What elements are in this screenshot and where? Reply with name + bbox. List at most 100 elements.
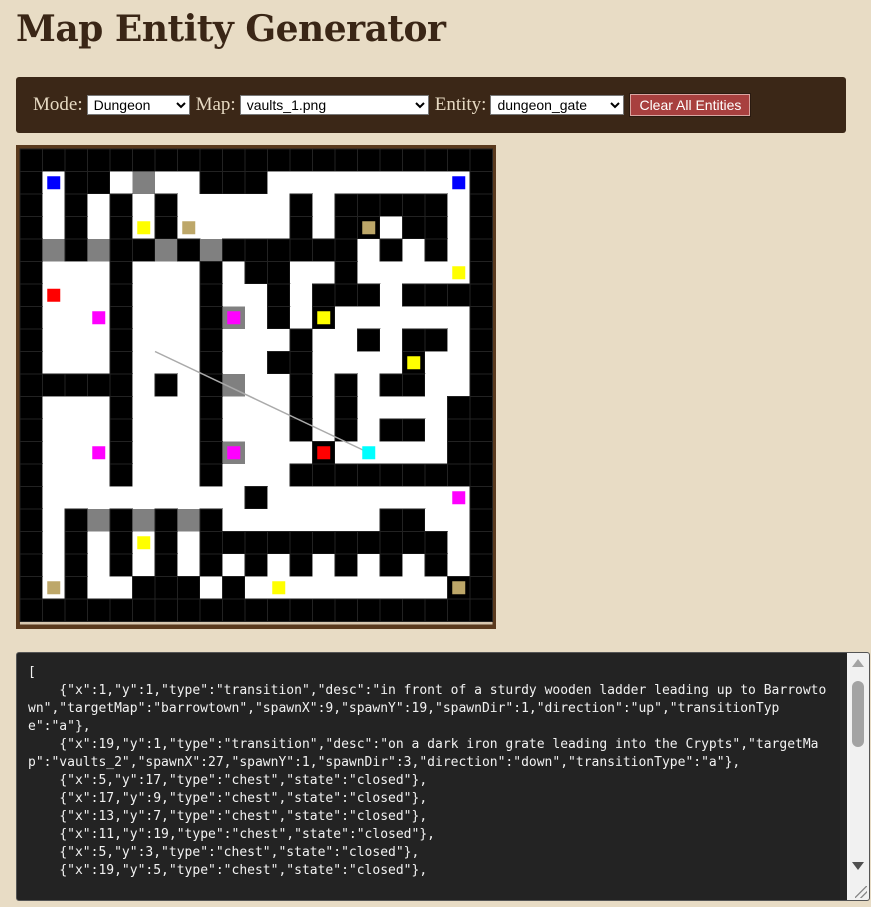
wall-tile[interactable] bbox=[109, 508, 133, 532]
wall-tile[interactable] bbox=[334, 148, 358, 172]
wall-tile[interactable] bbox=[334, 373, 358, 397]
floor-tile[interactable] bbox=[245, 284, 268, 307]
wall-tile[interactable] bbox=[334, 283, 358, 307]
wall-tile[interactable] bbox=[469, 598, 493, 622]
chest-marker[interactable] bbox=[452, 266, 466, 280]
wall-tile[interactable] bbox=[267, 283, 291, 307]
door-tile[interactable] bbox=[87, 239, 111, 262]
clear-all-entities-button[interactable]: Clear All Entities bbox=[629, 93, 752, 117]
floor-tile[interactable] bbox=[177, 284, 201, 307]
wall-tile[interactable] bbox=[447, 148, 471, 172]
wall-tile[interactable] bbox=[267, 261, 291, 285]
floor-tile[interactable] bbox=[155, 464, 178, 487]
floor-tile[interactable] bbox=[110, 576, 133, 600]
vertical-scrollbar[interactable] bbox=[847, 653, 869, 900]
wall-tile[interactable] bbox=[424, 598, 448, 622]
scroll-up-arrow-icon[interactable] bbox=[852, 659, 864, 667]
floor-tile[interactable] bbox=[177, 396, 201, 420]
wall-tile[interactable] bbox=[334, 193, 358, 217]
floor-tile[interactable] bbox=[402, 486, 426, 510]
floor-tile[interactable] bbox=[245, 329, 268, 352]
floor-tile[interactable] bbox=[155, 441, 178, 465]
floor-tile[interactable] bbox=[87, 576, 111, 600]
wall-tile[interactable] bbox=[109, 598, 133, 622]
floor-tile[interactable] bbox=[132, 194, 156, 217]
wall-tile[interactable] bbox=[289, 553, 313, 577]
wall-tile[interactable] bbox=[177, 576, 201, 600]
wall-tile[interactable] bbox=[289, 396, 313, 420]
wall-tile[interactable] bbox=[199, 441, 223, 465]
wall-tile[interactable] bbox=[402, 283, 426, 307]
wall-tile[interactable] bbox=[109, 418, 133, 442]
floor-tile[interactable] bbox=[222, 351, 246, 375]
wall-tile[interactable] bbox=[312, 148, 336, 172]
floor-tile[interactable] bbox=[132, 261, 156, 285]
floor-tile[interactable] bbox=[402, 554, 426, 577]
chest-marker[interactable] bbox=[137, 536, 151, 550]
floor-tile[interactable] bbox=[447, 351, 471, 375]
floor-tile[interactable] bbox=[290, 441, 313, 465]
floor-tile[interactable] bbox=[65, 464, 88, 487]
floor-tile[interactable] bbox=[110, 171, 133, 195]
floor-tile[interactable] bbox=[380, 329, 403, 352]
wall-tile[interactable] bbox=[469, 553, 493, 577]
wall-tile[interactable] bbox=[357, 283, 381, 307]
floor-tile[interactable] bbox=[357, 171, 381, 195]
floor-tile[interactable] bbox=[155, 306, 178, 330]
wall-tile[interactable] bbox=[447, 396, 471, 420]
floor-tile[interactable] bbox=[65, 396, 88, 420]
floor-tile[interactable] bbox=[447, 509, 471, 532]
wall-tile[interactable] bbox=[199, 418, 223, 442]
floor-tile[interactable] bbox=[357, 261, 381, 285]
floor-tile[interactable] bbox=[155, 351, 178, 375]
floor-tile[interactable] bbox=[425, 261, 448, 285]
floor-tile[interactable] bbox=[425, 306, 448, 330]
floor-tile[interactable] bbox=[267, 509, 291, 532]
wall-tile[interactable] bbox=[199, 396, 223, 420]
wall-tile[interactable] bbox=[64, 598, 88, 622]
floor-tile[interactable] bbox=[42, 464, 66, 487]
floor-tile[interactable] bbox=[42, 554, 66, 577]
wall-tile[interactable] bbox=[19, 238, 43, 262]
mode-select[interactable]: Dungeon bbox=[86, 95, 190, 115]
floor-tile[interactable] bbox=[42, 441, 66, 465]
wall-tile[interactable] bbox=[64, 216, 88, 240]
item-marker[interactable] bbox=[182, 221, 196, 235]
wall-tile[interactable] bbox=[267, 351, 291, 375]
floor-tile[interactable] bbox=[65, 261, 88, 285]
wall-tile[interactable] bbox=[154, 598, 178, 622]
floor-tile[interactable] bbox=[380, 576, 403, 600]
wall-tile[interactable] bbox=[334, 463, 358, 487]
wall-tile[interactable] bbox=[199, 148, 223, 172]
wall-tile[interactable] bbox=[402, 531, 426, 555]
wall-tile[interactable] bbox=[19, 486, 43, 510]
wall-tile[interactable] bbox=[199, 261, 223, 285]
wall-tile[interactable] bbox=[199, 306, 223, 330]
wall-tile[interactable] bbox=[447, 283, 471, 307]
wall-tile[interactable] bbox=[132, 576, 156, 600]
wall-tile[interactable] bbox=[19, 193, 43, 217]
floor-tile[interactable] bbox=[357, 306, 381, 330]
floor-tile[interactable] bbox=[380, 306, 403, 330]
wall-tile[interactable] bbox=[402, 373, 426, 397]
transition-marker[interactable] bbox=[47, 176, 61, 190]
wall-tile[interactable] bbox=[154, 508, 178, 532]
wall-tile[interactable] bbox=[199, 553, 223, 577]
transition-marker[interactable] bbox=[452, 176, 466, 190]
floor-tile[interactable] bbox=[357, 419, 381, 442]
wall-tile[interactable] bbox=[199, 531, 223, 555]
item-marker[interactable] bbox=[47, 581, 61, 595]
wall-tile[interactable] bbox=[424, 553, 448, 577]
wall-tile[interactable] bbox=[64, 531, 88, 555]
floor-tile[interactable] bbox=[177, 419, 201, 442]
wall-tile[interactable] bbox=[469, 396, 493, 420]
floor-tile[interactable] bbox=[177, 194, 201, 217]
floor-tile[interactable] bbox=[402, 239, 426, 262]
floor-tile[interactable] bbox=[132, 464, 156, 487]
floor-tile[interactable] bbox=[245, 576, 268, 600]
floor-tile[interactable] bbox=[222, 284, 246, 307]
wall-tile[interactable] bbox=[469, 486, 493, 510]
floor-tile[interactable] bbox=[42, 351, 66, 375]
wall-tile[interactable] bbox=[222, 238, 246, 262]
wall-tile[interactable] bbox=[177, 598, 201, 622]
